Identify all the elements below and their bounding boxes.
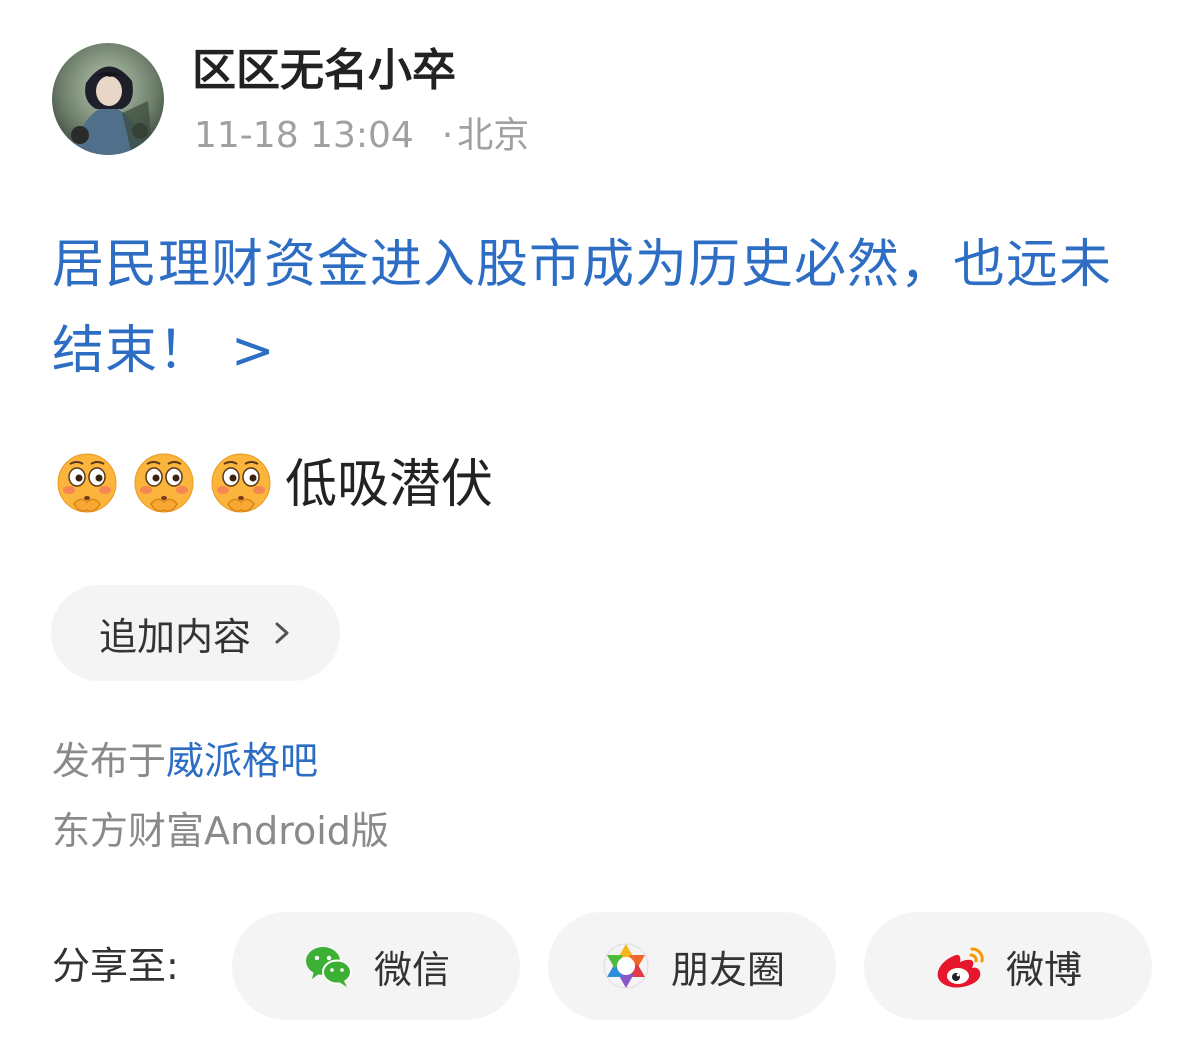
share-moments-button[interactable]: 朋友圈	[548, 912, 836, 1020]
weibo-icon	[937, 947, 984, 988]
post-meta: 11-18 13:04 · 北京	[194, 113, 529, 159]
share-wechat-button[interactable]: 微信	[232, 912, 520, 1020]
post-header: 区区无名小卒 11-18 13:04 · 北京	[52, 43, 529, 156]
flushed-face-emoji	[134, 453, 194, 513]
moments-icon	[603, 943, 649, 989]
avatar[interactable]	[52, 43, 164, 155]
meta-separator: ·	[441, 115, 454, 156]
share-wechat-label: 微信	[373, 947, 450, 992]
published-in: 发布于威派格吧	[52, 737, 318, 785]
share-moments-label: 朋友圈	[670, 947, 785, 992]
author-name[interactable]: 区区无名小卒	[192, 43, 456, 99]
post-title-text: 居民理财资金进入股市成为历史必然，也远未结束！	[52, 235, 1113, 381]
share-weibo-label: 微博	[1005, 947, 1082, 992]
post-body: 低吸潜伏	[54, 450, 493, 520]
wechat-icon	[305, 947, 352, 987]
post-title-arrow: >	[231, 321, 276, 381]
forum-link[interactable]: 威派格吧	[166, 739, 318, 783]
share-label: 分享至:	[52, 944, 179, 988]
append-content-button[interactable]: 追加内容	[51, 585, 340, 681]
share-weibo-button[interactable]: 微博	[864, 912, 1152, 1020]
post-title-link[interactable]: 居民理财资金进入股市成为历史必然，也远未结束！ >	[52, 222, 1162, 394]
share-bar: 分享至: 微信 朋友圈 微博	[52, 912, 1152, 1022]
client-source: 东方财富Android版	[52, 809, 389, 853]
post-body-text: 低吸潜伏	[285, 455, 494, 515]
append-content-label: 追加内容	[99, 614, 252, 659]
post-time: 11-18 13:04	[194, 115, 414, 156]
post-location: 北京	[457, 115, 530, 156]
published-prefix: 发布于	[52, 739, 167, 783]
chevron-right-icon	[275, 622, 289, 644]
flushed-face-emoji	[211, 453, 271, 513]
flushed-face-emoji	[57, 453, 117, 513]
